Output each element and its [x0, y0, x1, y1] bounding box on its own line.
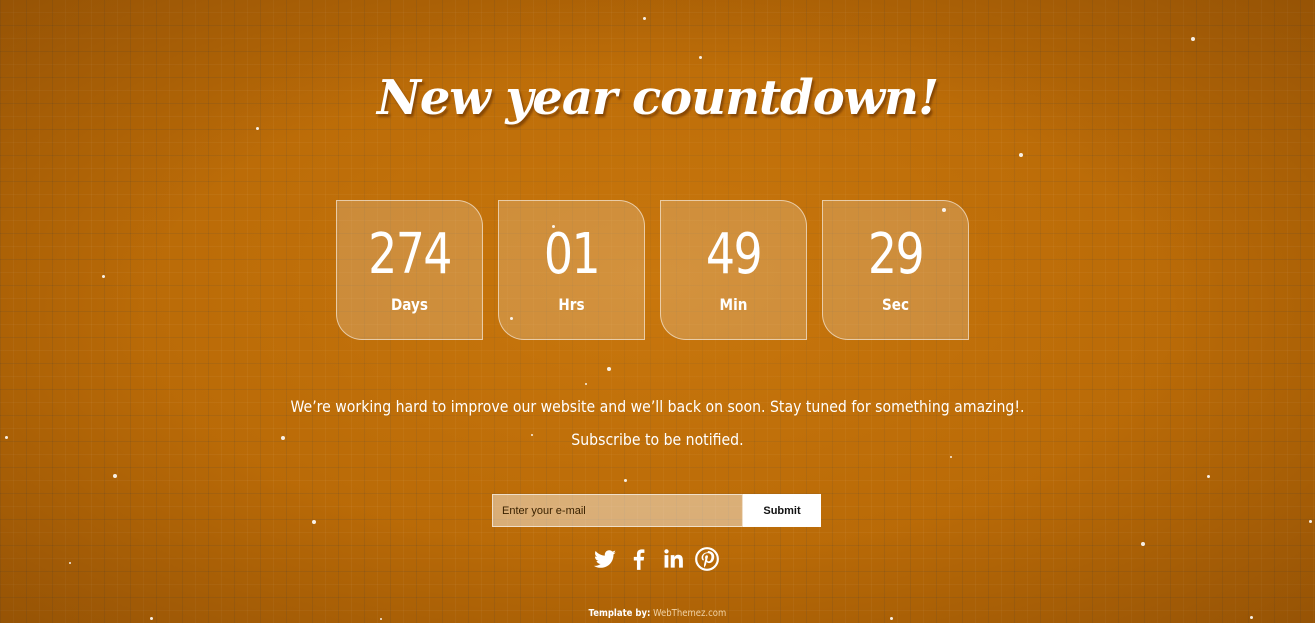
countdown-days: 274 Days [336, 200, 483, 340]
days-label: Days [390, 295, 429, 314]
hours-value: 01 [543, 222, 601, 287]
minutes-value: 49 [705, 222, 763, 287]
linkedin-icon[interactable] [660, 546, 686, 572]
minutes-label: Min [719, 295, 748, 314]
countdown-minutes: 49 Min [660, 200, 807, 340]
subscribe-prompt: Subscribe to be notified. [571, 430, 744, 449]
subscribe-form: Submit [492, 494, 821, 527]
social-links [590, 546, 725, 572]
hours-label: Hrs [558, 295, 585, 314]
email-input[interactable] [492, 494, 743, 527]
pinterest-icon[interactable] [694, 546, 720, 572]
seconds-value: 29 [867, 222, 925, 287]
seconds-label: Sec [881, 295, 910, 314]
footer-lead: Template by: [588, 608, 651, 619]
announcement-text: We’re working hard to improve our websit… [290, 397, 1025, 416]
facebook-icon[interactable] [626, 546, 652, 572]
page-title: New year countdown! [376, 70, 939, 126]
footer-link[interactable]: WebThemez.com [653, 608, 726, 619]
twitter-icon[interactable] [592, 546, 618, 572]
countdown-timer: 274 Days 01 Hrs 49 Min 29 Sec [336, 200, 976, 342]
submit-button[interactable]: Submit [743, 494, 821, 527]
days-value: 274 [368, 222, 452, 287]
countdown-hours: 01 Hrs [498, 200, 645, 340]
footer-credit: Template by: WebThemez.com [99, 608, 1217, 619]
countdown-seconds: 29 Sec [822, 200, 969, 340]
